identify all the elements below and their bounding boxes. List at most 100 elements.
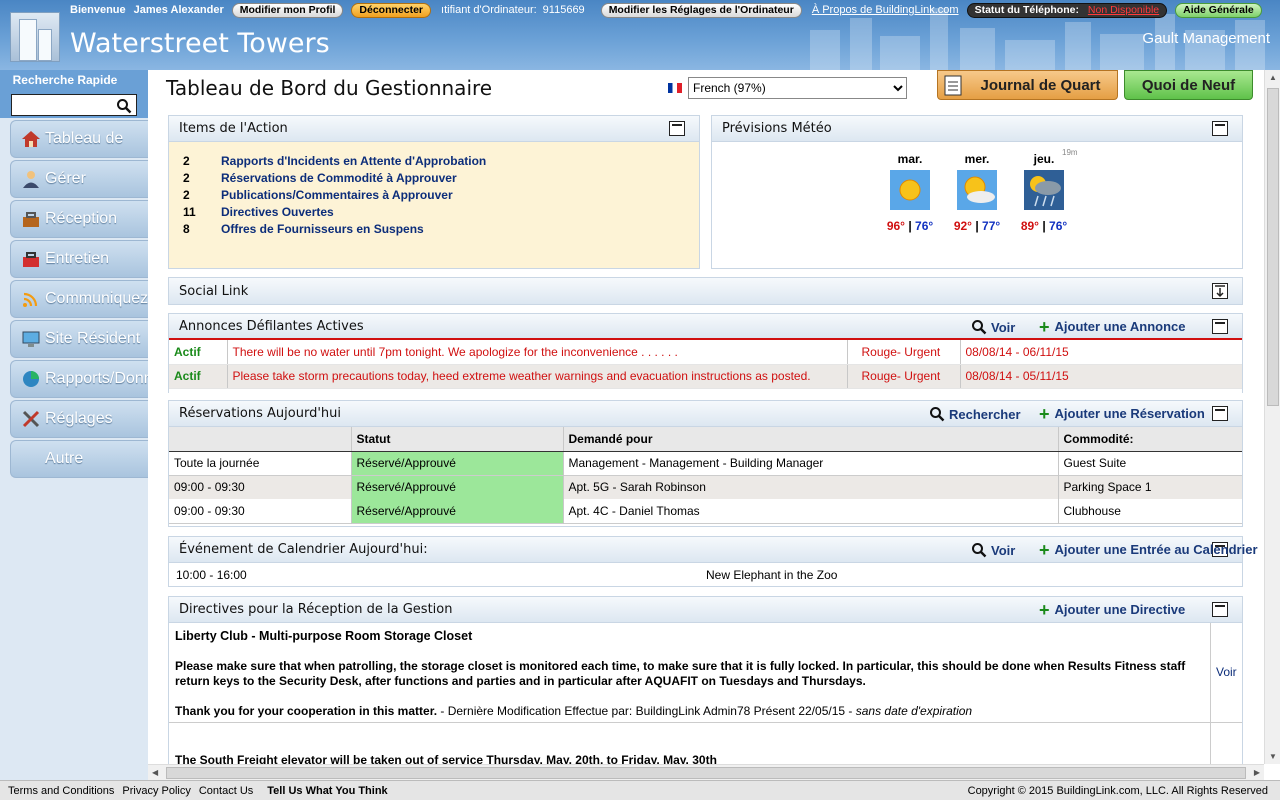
table-row[interactable]: 10:00 - 16:00 New Elephant in the Zoo <box>169 563 1242 587</box>
view-calendar-button[interactable]: Voir <box>971 542 1015 558</box>
sidebar-item-resident-site[interactable]: Site Résident <box>10 320 148 358</box>
site-title: Waterstreet Towers <box>70 28 330 59</box>
scrollbar-thumb[interactable] <box>166 767 1246 779</box>
notepad-icon <box>944 75 962 96</box>
partly-cloudy-icon <box>957 170 997 210</box>
whats-new-button[interactable]: Quoi de Neuf <box>1124 70 1253 100</box>
sidebar-item-reports[interactable]: Rapports/Donn <box>10 360 148 398</box>
phone-status-pill[interactable]: Statut du Téléphone: Non Disponible <box>966 2 1168 18</box>
horizontal-scrollbar[interactable]: ◀ ▶ <box>148 764 1264 780</box>
list-item: 2 Réservations de Commodité à Approuver <box>183 170 457 185</box>
plus-icon: + <box>1039 599 1050 620</box>
sidebar-item-communicate[interactable]: Communiquez <box>10 280 148 318</box>
add-calendar-entry-button[interactable]: + Ajouter une Entrée au Calendrier <box>1039 541 1258 559</box>
minimize-icon[interactable] <box>1212 319 1228 334</box>
weather-panel: Prévisions Météo 19m mar. 96° | 76° mer.… <box>711 115 1243 269</box>
app-header: Waterstreet Towers Gault Management Bien… <box>0 0 1280 70</box>
view-directive-link[interactable]: Voir <box>1216 665 1237 722</box>
directive-item: Liberty Club - Multi-purpose Room Storag… <box>169 623 1242 723</box>
monitor-icon <box>22 331 40 347</box>
phone-status-value[interactable]: Non Disponible <box>1088 4 1159 16</box>
quick-search-input[interactable] <box>11 94 137 116</box>
sidebar-item-settings[interactable]: Réglages <box>10 400 148 438</box>
directive-heading: Liberty Club - Multi-purpose Room Storag… <box>175 629 473 643</box>
sidebar-item-dashboard[interactable]: Tableau de <box>10 120 148 158</box>
privacy-link[interactable]: Privacy Policy <box>122 785 190 797</box>
shift-journal-label: Journal de Quart <box>980 76 1101 94</box>
language-select[interactable]: French (97%) <box>688 77 907 99</box>
action-item-link[interactable]: Réservations de Commodité à Approuver <box>221 171 457 185</box>
directives-panel: Directives pour la Réception de la Gesti… <box>168 596 1243 764</box>
table-row[interactable]: 09:00 - 09:30 Réservé/Approuvé Apt. 5G - S… <box>169 475 1242 499</box>
weather-day: mer. 92° | 77° <box>953 152 1001 233</box>
sidebar-item-label: Site Résident <box>45 330 141 347</box>
add-reservation-button[interactable]: + Ajouter une Réservation <box>1039 405 1205 423</box>
sidebar-item-label: Tableau de <box>45 130 124 147</box>
sidebar-item-manage[interactable]: Gérer <box>10 160 148 198</box>
language-selector[interactable]: French (97%) <box>668 77 907 99</box>
panel-title: Réservations Aujourd'hui <box>179 406 341 421</box>
feedback-link[interactable]: Tell Us What You Think <box>267 785 387 797</box>
minimize-icon[interactable] <box>1212 121 1228 136</box>
france-flag-icon <box>668 83 682 93</box>
user-name: James Alexander <box>133 4 224 16</box>
sidebar-item-reception[interactable]: Réception <box>10 200 148 238</box>
sidebar-item-other[interactable]: Autre <box>10 440 148 478</box>
pie-chart-icon <box>23 371 39 387</box>
shift-journal-button[interactable]: Journal de Quart <box>937 70 1118 100</box>
search-icon <box>972 543 987 558</box>
logout-button[interactable]: Déconnecter <box>351 2 432 18</box>
terms-link[interactable]: Terms and Conditions <box>8 785 114 797</box>
storm-icon <box>1024 170 1064 210</box>
panel-title: Directives pour la Réception de la Gesti… <box>179 602 453 617</box>
house-icon <box>22 131 40 147</box>
weather-day: mar. 96° | 76° <box>886 152 934 233</box>
sidebar-item-label: Réception <box>45 210 118 227</box>
panel-title: Événement de Calendrier Aujourd'hui: <box>179 542 428 557</box>
copyright-text: Copyright © 2015 BuildingLink.com, LLC. … <box>967 784 1268 797</box>
minimize-icon[interactable] <box>669 121 685 136</box>
view-announcements-button[interactable]: Voir <box>971 319 1015 335</box>
footer: Terms and Conditions Privacy Policy Cont… <box>0 780 1280 800</box>
edit-profile-button[interactable]: Modifier mon Profil <box>231 2 344 18</box>
scrollbar-thumb[interactable] <box>1267 88 1279 406</box>
vertical-scrollbar[interactable]: ▲ ▼ <box>1264 70 1280 764</box>
add-announcement-button[interactable]: + Ajouter une Annonce <box>1039 318 1185 336</box>
page-title: Tableau de Bord du Gestionnaire <box>166 76 493 100</box>
contact-link[interactable]: Contact Us <box>199 785 253 797</box>
panel-title: Prévisions Météo <box>722 121 832 136</box>
top-bar: Bienvenue James Alexander Modifier mon P… <box>0 0 1280 20</box>
wifi-icon <box>23 292 38 307</box>
main-content: Tableau de Bord du Gestionnaire French (… <box>148 70 1264 764</box>
list-item: 11 Directives Ouvertes <box>183 204 334 219</box>
reservations-panel: Réservations Aujourd'hui Rechercher + Ajo… <box>168 400 1243 527</box>
edit-computer-settings-button[interactable]: Modifier les Réglages de l'Ordinateur <box>600 2 802 18</box>
announcements-panel: Annonces Défilantes Actives Voir + Ajoute… <box>168 313 1243 393</box>
action-item-link[interactable]: Offres de Fournisseurs en Suspens <box>221 222 424 236</box>
sidebar-item-maintenance[interactable]: Entretien <box>10 240 148 278</box>
panel-title: Social Link <box>179 283 249 299</box>
table-row[interactable]: Toute la journée Réservé/Approuvé Manageme… <box>169 451 1242 475</box>
sidebar-item-label: Autre <box>45 450 84 467</box>
add-directive-button[interactable]: + Ajouter une Directive <box>1039 599 1185 620</box>
panel-title: Annonces Défilantes Actives <box>179 318 364 334</box>
action-items-panel: Items de l'Action 2 Rapports d'Incidents … <box>168 115 700 269</box>
table-row[interactable]: 09:00 - 09:30 Réservé/Approuvé Apt. 4C - D… <box>169 499 1242 523</box>
minimize-icon[interactable] <box>1212 406 1228 421</box>
directive-item: The South Freight elevator will be taken… <box>169 723 1211 764</box>
action-item-link[interactable]: Directives Ouvertes <box>221 205 334 219</box>
table-row[interactable]: Actif Please take storm precautions today… <box>169 364 1242 389</box>
announcements-table: Actif There will be no water until 7pm to… <box>169 340 1242 389</box>
about-link[interactable]: À Propos de BuildingLink.com <box>812 4 959 16</box>
table-header: Statut Demandé pour Commodité: <box>169 427 1242 452</box>
minimize-icon[interactable] <box>1212 602 1228 617</box>
search-icon[interactable] <box>116 98 132 114</box>
person-icon <box>23 171 39 188</box>
search-reservations-button[interactable]: Rechercher <box>929 406 1021 422</box>
action-item-link[interactable]: Rapports d'Incidents en Attente d'Approb… <box>221 154 486 168</box>
help-button[interactable]: Aide Générale <box>1175 2 1262 18</box>
list-item: 8 Offres de Fournisseurs en Suspens <box>183 221 424 236</box>
expand-icon[interactable] <box>1212 283 1228 299</box>
table-row[interactable]: Actif There will be no water until 7pm to… <box>169 340 1242 365</box>
action-item-link[interactable]: Publications/Commentaires à Approuver <box>221 188 453 202</box>
